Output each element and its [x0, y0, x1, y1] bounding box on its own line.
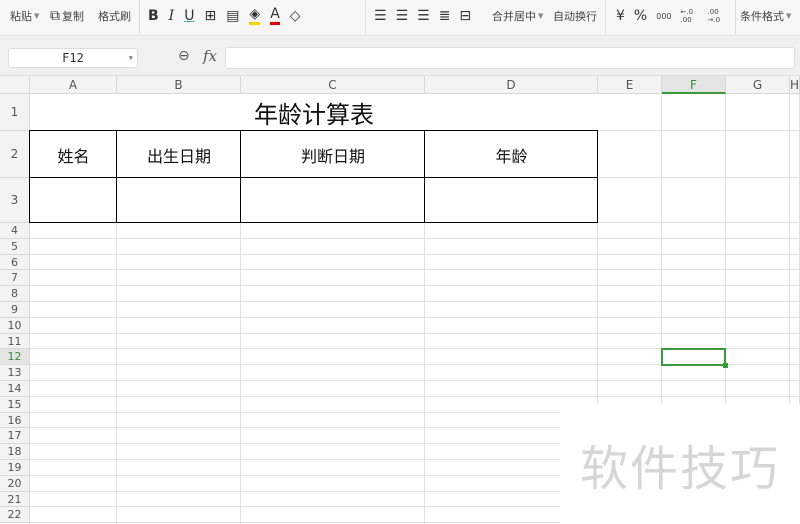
- formula-bar: F12 ▼ ⊖ fx: [0, 36, 800, 76]
- row-header-16[interactable]: 16: [0, 412, 30, 429]
- selected-cell[interactable]: [661, 348, 728, 369]
- distributed-icon[interactable]: ⊟: [459, 6, 471, 26]
- align-center-icon[interactable]: ☰: [396, 6, 409, 26]
- chevron-down-icon: ▼: [786, 12, 792, 20]
- divider: [365, 0, 366, 34]
- row-header-14[interactable]: 14: [0, 381, 30, 397]
- wrap-text-label: 自动换行: [553, 10, 597, 23]
- column-header-h[interactable]: H: [790, 76, 800, 94]
- chevron-down-icon: ▼: [538, 12, 544, 20]
- paste-label: 粘贴: [10, 10, 32, 23]
- cell-style-icon[interactable]: ▤: [226, 6, 239, 26]
- row-header-12[interactable]: 12: [0, 349, 30, 366]
- row-header-2[interactable]: 2: [0, 131, 30, 178]
- increase-decimal-button[interactable]: ←.0 .00: [681, 8, 699, 24]
- divider: [139, 0, 140, 34]
- column-header-c[interactable]: C: [241, 76, 425, 94]
- divider: [605, 0, 606, 34]
- row-header-5[interactable]: 5: [0, 238, 30, 255]
- data-cell[interactable]: [424, 177, 598, 223]
- copy-label: 复制: [62, 10, 84, 23]
- cell-border: [240, 130, 425, 178]
- watermark-text: 软件技巧: [579, 441, 780, 497]
- watermark: 软件技巧: [560, 404, 800, 524]
- eraser-icon[interactable]: ◇: [290, 6, 301, 26]
- cell-border: [116, 130, 241, 178]
- align-right-icon[interactable]: ☰: [417, 6, 430, 26]
- name-box-value: F12: [62, 51, 84, 65]
- chevron-down-icon: ▼: [34, 12, 40, 20]
- row-header-21[interactable]: 21: [0, 491, 30, 508]
- row-header-9[interactable]: 9: [0, 302, 30, 318]
- cell-border: [29, 130, 117, 178]
- row-header-7[interactable]: 7: [0, 270, 30, 287]
- format-painter-button[interactable]: 格式刷: [98, 6, 131, 26]
- merge-center-button[interactable]: 合并居中 ▼: [492, 6, 543, 26]
- gridline: [30, 253, 800, 255]
- font-color-icon[interactable]: A: [270, 7, 280, 25]
- gridline: [30, 332, 800, 334]
- percent-button[interactable]: %: [634, 6, 647, 26]
- ribbon-toolbar: 粘贴 ▼ ⧉ 复制 格式刷 B I U ⊞ ▤ ◈ A ◇ ☰ ☰ ☰ ≣ ⊟ 合并…: [0, 0, 800, 36]
- row-header-19[interactable]: 19: [0, 460, 30, 476]
- justify-icon[interactable]: ≣: [439, 6, 451, 26]
- gridline: [30, 237, 800, 239]
- row-header-8[interactable]: 8: [0, 286, 30, 302]
- fill-handle[interactable]: [723, 363, 728, 369]
- row-header-15[interactable]: 15: [0, 396, 30, 413]
- column-header-b[interactable]: B: [117, 76, 241, 94]
- italic-icon[interactable]: I: [169, 6, 175, 26]
- name-box[interactable]: F12 ▼: [8, 48, 138, 68]
- conditional-format-label: 条件格式: [740, 10, 784, 23]
- row-header-18[interactable]: 18: [0, 444, 30, 460]
- bold-icon[interactable]: B: [148, 6, 159, 26]
- row-header-1[interactable]: 1: [0, 94, 30, 131]
- row-header-22[interactable]: 22: [0, 507, 30, 524]
- merge-center-label: 合并居中: [492, 10, 536, 23]
- wrap-text-button[interactable]: 自动换行: [553, 6, 597, 26]
- row-header-4[interactable]: 4: [0, 223, 30, 239]
- row-header-17[interactable]: 17: [0, 428, 30, 445]
- gridline: [30, 395, 800, 397]
- row-header-13[interactable]: 13: [0, 365, 30, 381]
- data-cell[interactable]: [116, 177, 241, 223]
- gridline: [30, 301, 800, 302]
- gridline: [30, 285, 800, 287]
- column-header-g[interactable]: G: [726, 76, 790, 94]
- gridline: [30, 380, 800, 381]
- data-cell[interactable]: [240, 177, 425, 223]
- currency-button[interactable]: ¥: [616, 6, 625, 26]
- copy-icon: ⧉: [50, 8, 60, 24]
- row-header-6[interactable]: 6: [0, 254, 30, 271]
- zoom-icon[interactable]: ⊖: [178, 48, 190, 64]
- cell-border: [424, 130, 598, 178]
- underline-icon[interactable]: U: [184, 6, 194, 26]
- decrease-decimal-button[interactable]: .00 →.0: [708, 8, 726, 24]
- fx-icon[interactable]: fx: [203, 47, 217, 65]
- formula-input[interactable]: [225, 47, 795, 69]
- data-cell[interactable]: [29, 177, 117, 223]
- paste-button[interactable]: 粘贴 ▼: [10, 6, 39, 26]
- row-header-10[interactable]: 10: [0, 317, 30, 334]
- borders-icon[interactable]: ⊞: [204, 6, 216, 26]
- chevron-down-icon[interactable]: ▼: [129, 49, 133, 67]
- row-header-3[interactable]: 3: [0, 178, 30, 223]
- align-left-icon[interactable]: ☰: [374, 6, 387, 26]
- row-header-11[interactable]: 11: [0, 333, 30, 350]
- column-header-d[interactable]: D: [425, 76, 598, 94]
- copy-button[interactable]: ⧉ 复制: [50, 6, 84, 26]
- row-header-20[interactable]: 20: [0, 475, 30, 492]
- conditional-format-button[interactable]: 条件格式 ▼: [740, 6, 791, 26]
- column-header-e[interactable]: E: [598, 76, 662, 94]
- select-all-corner[interactable]: [0, 76, 30, 94]
- column-header-a[interactable]: A: [30, 76, 117, 94]
- fill-color-icon[interactable]: ◈: [249, 7, 261, 25]
- thousands-button[interactable]: 000: [656, 12, 671, 21]
- divider: [735, 0, 736, 34]
- gridline: [30, 269, 800, 271]
- format-painter-label: 格式刷: [98, 10, 131, 23]
- sheet-title-cell[interactable]: 年龄计算表: [30, 94, 598, 131]
- column-header-f[interactable]: F: [662, 76, 726, 94]
- gridline: [30, 316, 800, 318]
